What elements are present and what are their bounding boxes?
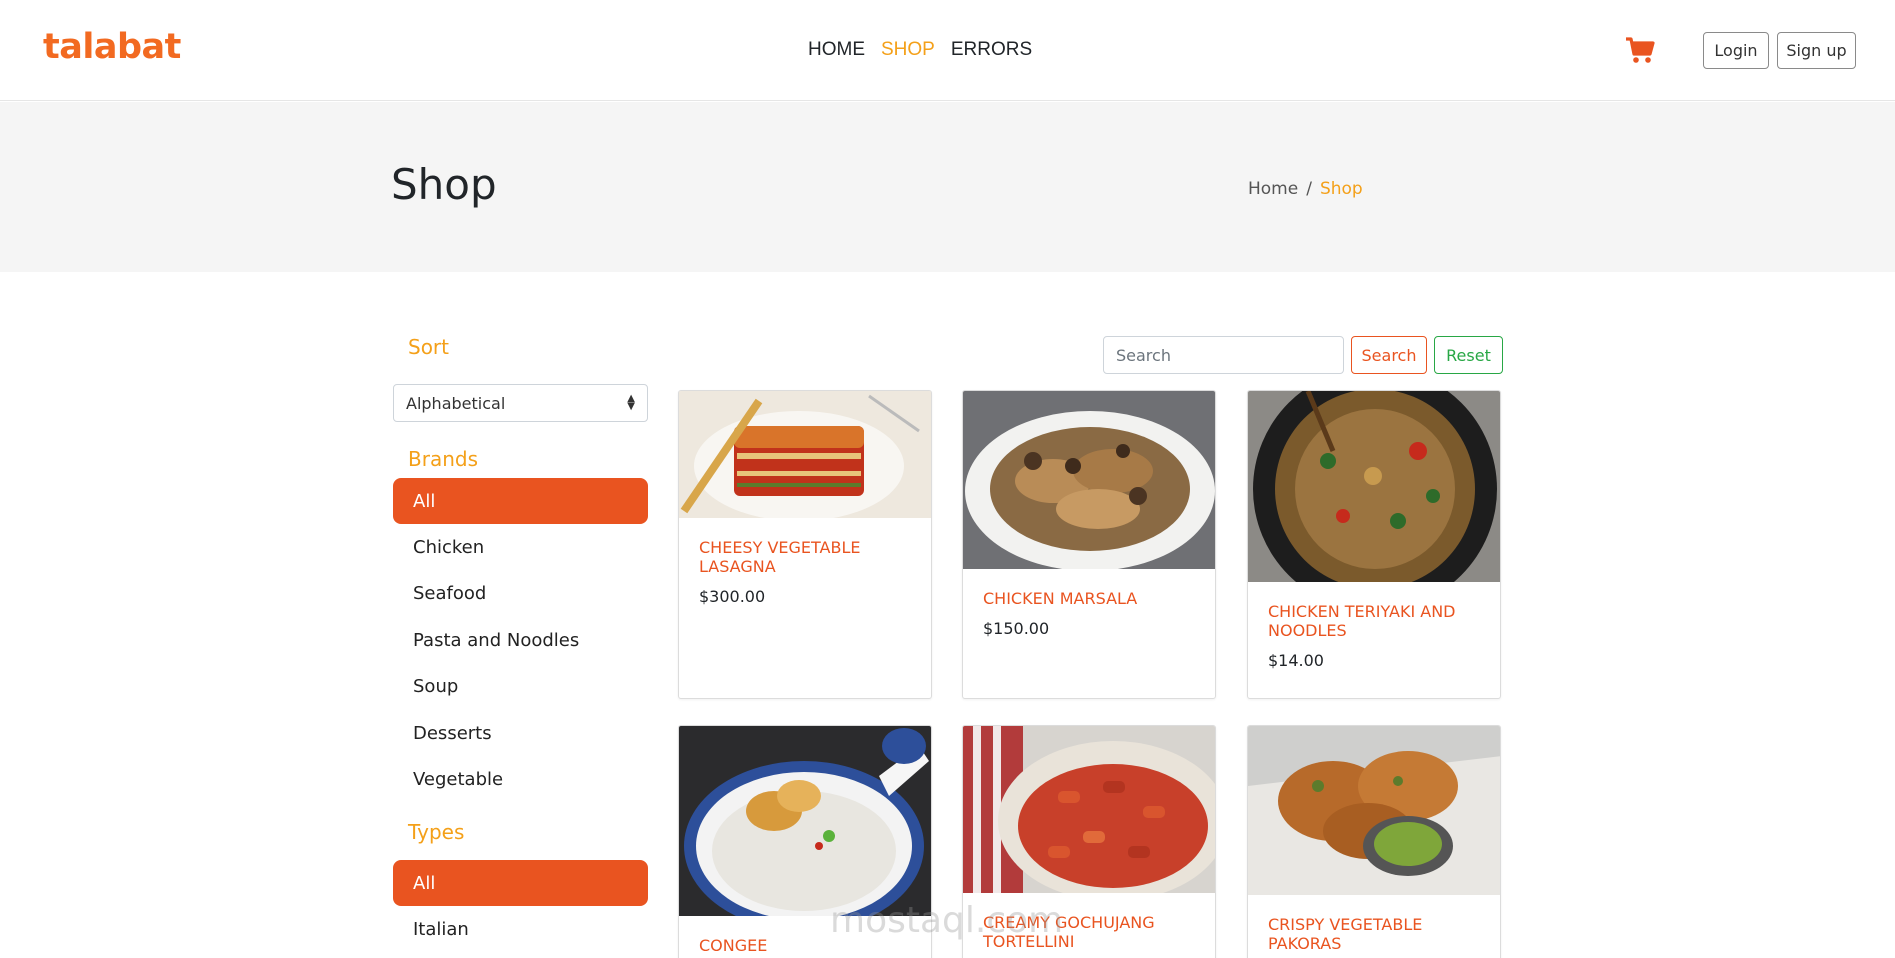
- brand-item-desserts[interactable]: Desserts: [393, 710, 648, 757]
- sort-select-value: Alphabetical: [406, 393, 506, 413]
- brand-item-all[interactable]: All: [393, 478, 648, 524]
- brand-item-soup[interactable]: Soup: [393, 664, 648, 711]
- product-image-chicken-teriyaki: [1248, 391, 1500, 582]
- product-card-body: CHICKEN MARSALA $150.00: [963, 569, 1215, 638]
- breadcrumb: Home / Shop: [1248, 179, 1363, 199]
- nav-home[interactable]: HOME: [808, 39, 865, 61]
- product-name[interactable]: CHICKEN TERIYAKI AND NOODLES: [1268, 602, 1480, 640]
- breadcrumb-current: Shop: [1319, 179, 1363, 199]
- brands-heading: Brands: [408, 447, 478, 471]
- breadcrumb-separator: /: [1306, 179, 1312, 199]
- type-item-all[interactable]: All: [393, 860, 648, 906]
- product-image-gochujang-tortellini: [963, 726, 1215, 893]
- top-navbar: talabat HOME SHOP ERRORS Login Sign up: [0, 0, 1895, 101]
- signup-button[interactable]: Sign up: [1777, 32, 1856, 69]
- type-item-italian[interactable]: Italian: [393, 906, 648, 953]
- types-heading: Types: [408, 820, 465, 844]
- sort-select[interactable]: Alphabetical ▲ ▼: [393, 384, 648, 422]
- page-header-banner: Shop Home / Shop: [0, 102, 1895, 272]
- product-name[interactable]: CRISPY VEGETABLE PAKORAS: [1268, 915, 1480, 953]
- brand-item-chicken[interactable]: Chicken: [393, 524, 648, 571]
- product-card-body: CONGEE: [679, 916, 931, 955]
- nav-errors[interactable]: ERRORS: [951, 39, 1032, 61]
- brand-item-seafood[interactable]: Seafood: [393, 571, 648, 618]
- search-input[interactable]: [1103, 336, 1344, 374]
- product-card[interactable]: CHEESY VEGETABLE LASAGNA $300.00: [678, 390, 932, 699]
- product-image-vegetable-pakoras: [1248, 726, 1500, 895]
- main-nav: HOME SHOP ERRORS: [808, 39, 1032, 61]
- talabat-logo[interactable]: talabat: [43, 27, 181, 67]
- product-card[interactable]: CHICKEN TERIYAKI AND NOODLES $14.00: [1247, 390, 1501, 699]
- product-card[interactable]: CHICKEN MARSALA $150.00: [962, 390, 1216, 699]
- product-card-body: CHEESY VEGETABLE LASAGNA $300.00: [679, 518, 931, 606]
- nav-shop[interactable]: SHOP: [881, 39, 935, 61]
- breadcrumb-home-link[interactable]: Home: [1248, 179, 1298, 199]
- product-price: $300.00: [699, 587, 766, 606]
- types-list: All Italian: [393, 860, 648, 953]
- sort-heading: Sort: [408, 335, 449, 359]
- login-button[interactable]: Login: [1703, 32, 1769, 69]
- reset-button[interactable]: Reset: [1434, 336, 1503, 374]
- product-card-body: CRISPY VEGETABLE PAKORAS: [1248, 895, 1500, 953]
- search-button[interactable]: Search: [1351, 336, 1427, 374]
- shopping-cart-icon[interactable]: [1625, 37, 1655, 64]
- product-price: $14.00: [1268, 651, 1324, 670]
- page-title: Shop: [391, 160, 497, 209]
- product-card[interactable]: CREAMY GOCHUJANG TORTELLINI: [962, 725, 1216, 958]
- product-card[interactable]: CONGEE: [678, 725, 932, 958]
- product-name[interactable]: CREAMY GOCHUJANG TORTELLINI: [983, 913, 1195, 951]
- brands-list: All Chicken Seafood Pasta and Noodles So…: [393, 478, 648, 803]
- product-image-chicken-marsala: [963, 391, 1215, 569]
- brand-item-pasta-and-noodles[interactable]: Pasta and Noodles: [393, 617, 648, 664]
- brand-item-vegetable[interactable]: Vegetable: [393, 757, 648, 804]
- select-arrows-icon: ▲ ▼: [627, 393, 635, 412]
- product-name[interactable]: CHICKEN MARSALA: [983, 589, 1195, 608]
- product-price: $150.00: [983, 619, 1050, 638]
- product-name[interactable]: CHEESY VEGETABLE LASAGNA: [699, 538, 911, 576]
- product-card-body: CHICKEN TERIYAKI AND NOODLES $14.00: [1248, 582, 1500, 670]
- product-card-body: CREAMY GOCHUJANG TORTELLINI: [963, 893, 1215, 951]
- product-image-lasagna: [679, 391, 931, 518]
- product-image-congee: [679, 726, 931, 916]
- product-card[interactable]: CRISPY VEGETABLE PAKORAS: [1247, 725, 1501, 958]
- product-name[interactable]: CONGEE: [699, 936, 911, 955]
